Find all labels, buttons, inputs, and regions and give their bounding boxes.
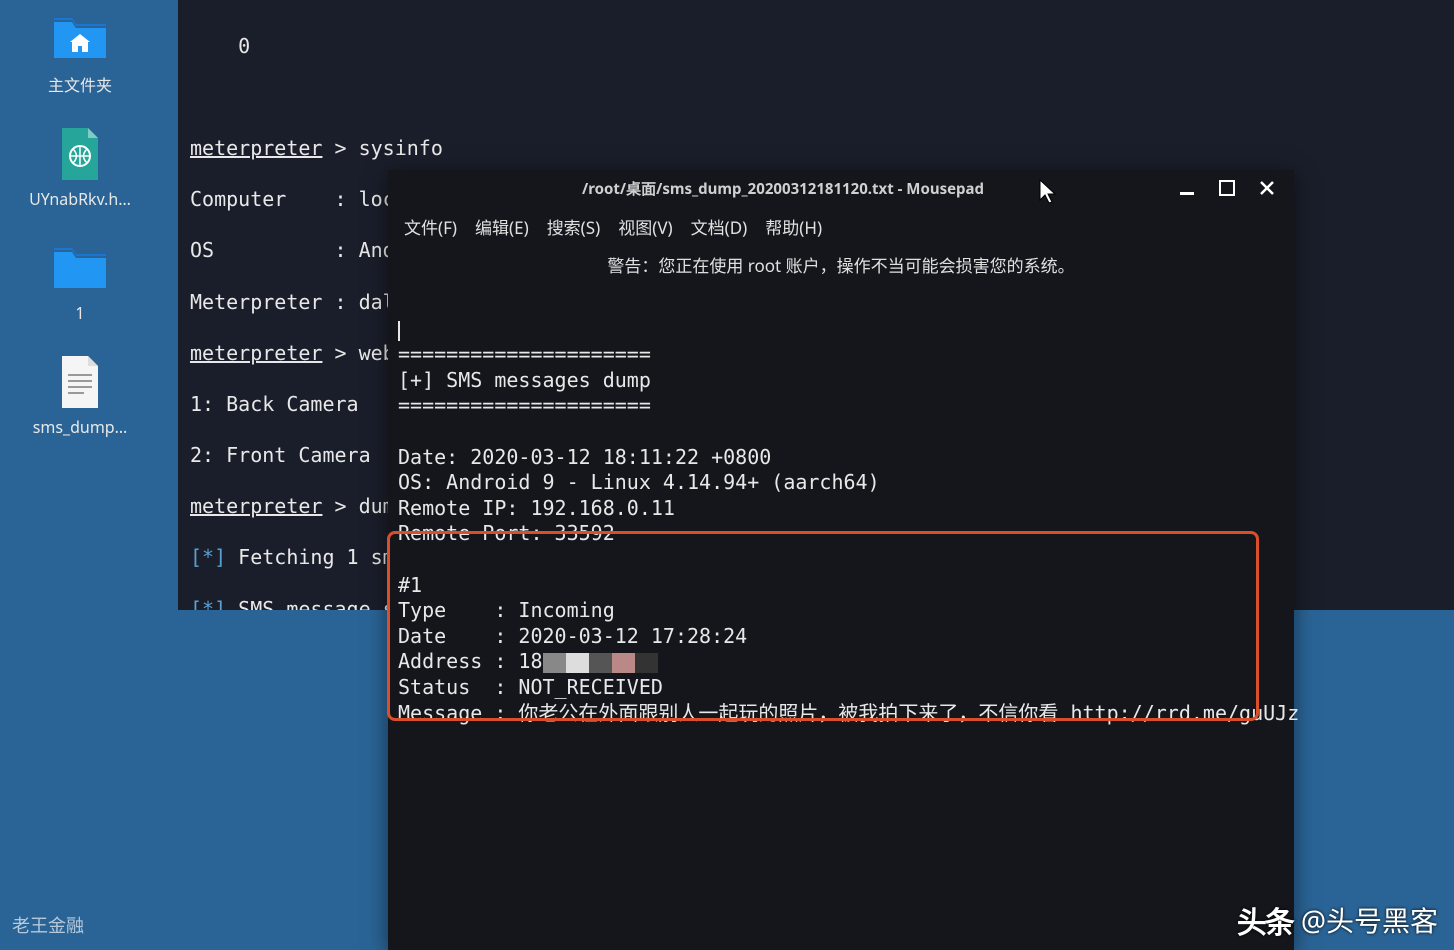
editor-line: OS: Android 9 - Linux 4.14.94+ (aarch64) (398, 470, 880, 494)
mousepad-titlebar[interactable]: /root/桌面/sms_dump_20200312181120.txt - M… (388, 170, 1294, 206)
desktop-icon-label: sms_dump… (33, 416, 128, 438)
menu-edit[interactable]: 编辑(E) (475, 214, 529, 239)
watermark-handle: @头号黑客 (1301, 900, 1438, 940)
desktop-icon-home[interactable]: 主文件夹 (10, 10, 150, 96)
editor-line: Type : Incoming (398, 598, 615, 622)
editor-line: ===================== (398, 393, 651, 417)
terminal-line: meterpreter > sysinfo (190, 136, 1442, 162)
desktop-icon-folder[interactable]: 1 (10, 240, 150, 324)
terminal-line (190, 85, 1442, 111)
menu-help[interactable]: 帮助(H) (765, 214, 822, 239)
close-button[interactable] (1258, 179, 1276, 197)
terminal-line: 0 (190, 34, 1442, 60)
window-controls (1178, 179, 1294, 197)
editor-line: Status : NOT_RECEIVED (398, 675, 663, 699)
mousepad-window: /root/桌面/sms_dump_20200312181120.txt - M… (388, 170, 1294, 950)
desktop-icon-textfile[interactable]: sms_dump… (10, 354, 150, 438)
editor-line: Remote Port: 33592 (398, 521, 615, 545)
desktop-icon-label: 1 (75, 302, 84, 324)
mousepad-editor[interactable]: ===================== [+] SMS messages d… (388, 287, 1294, 950)
text-cursor (398, 321, 400, 341)
minimize-button[interactable] (1178, 179, 1196, 197)
root-warning: 警告：您正在使用 root 账户，操作不当可能会损害您的系统。 (388, 246, 1294, 287)
desktop-icon-html[interactable]: UYnabRkv.h… (10, 126, 150, 210)
toutiao-logo-icon: 头条 (1237, 898, 1293, 942)
mousepad-title: /root/桌面/sms_dump_20200312181120.txt - M… (388, 178, 1178, 199)
mousepad-menubar: 文件(F) 编辑(E) 搜索(S) 视图(V) 文档(D) 帮助(H) (388, 206, 1294, 246)
editor-line: Date : 2020-03-12 17:28:24 (398, 624, 747, 648)
folder-icon (52, 240, 108, 296)
watermark-bottom-left: 老王金融 (12, 912, 84, 938)
watermark-bottom-right: 头条 @头号黑客 (1237, 898, 1438, 942)
home-folder-icon (52, 10, 108, 66)
menu-view[interactable]: 视图(V) (618, 214, 672, 239)
menu-search[interactable]: 搜索(S) (547, 214, 601, 239)
editor-line: Message : 你老公在外面跟别人一起玩的照片，被我拍下来了，不信你看 ht… (398, 701, 1299, 725)
menu-file[interactable]: 文件(F) (404, 214, 457, 239)
editor-line: Remote IP: 192.168.0.11 (398, 496, 675, 520)
editor-line: Address : 18 (398, 649, 658, 673)
editor-line: Date: 2020-03-12 18:11:22 +0800 (398, 445, 771, 469)
desktop-icon-label: 主文件夹 (48, 72, 112, 96)
editor-line: #1 (398, 573, 422, 597)
desktop-icons-area: 主文件夹 UYnabRkv.h… 1 sms_dump… (10, 10, 150, 468)
menu-document[interactable]: 文档(D) (691, 214, 748, 239)
html-file-icon (52, 126, 108, 182)
censored-number (543, 653, 658, 673)
text-file-icon (52, 354, 108, 410)
editor-line: [+] SMS messages dump (398, 368, 651, 392)
desktop-icon-label: UYnabRkv.h… (29, 188, 131, 210)
editor-line: ===================== (398, 342, 651, 366)
maximize-button[interactable] (1218, 179, 1236, 197)
